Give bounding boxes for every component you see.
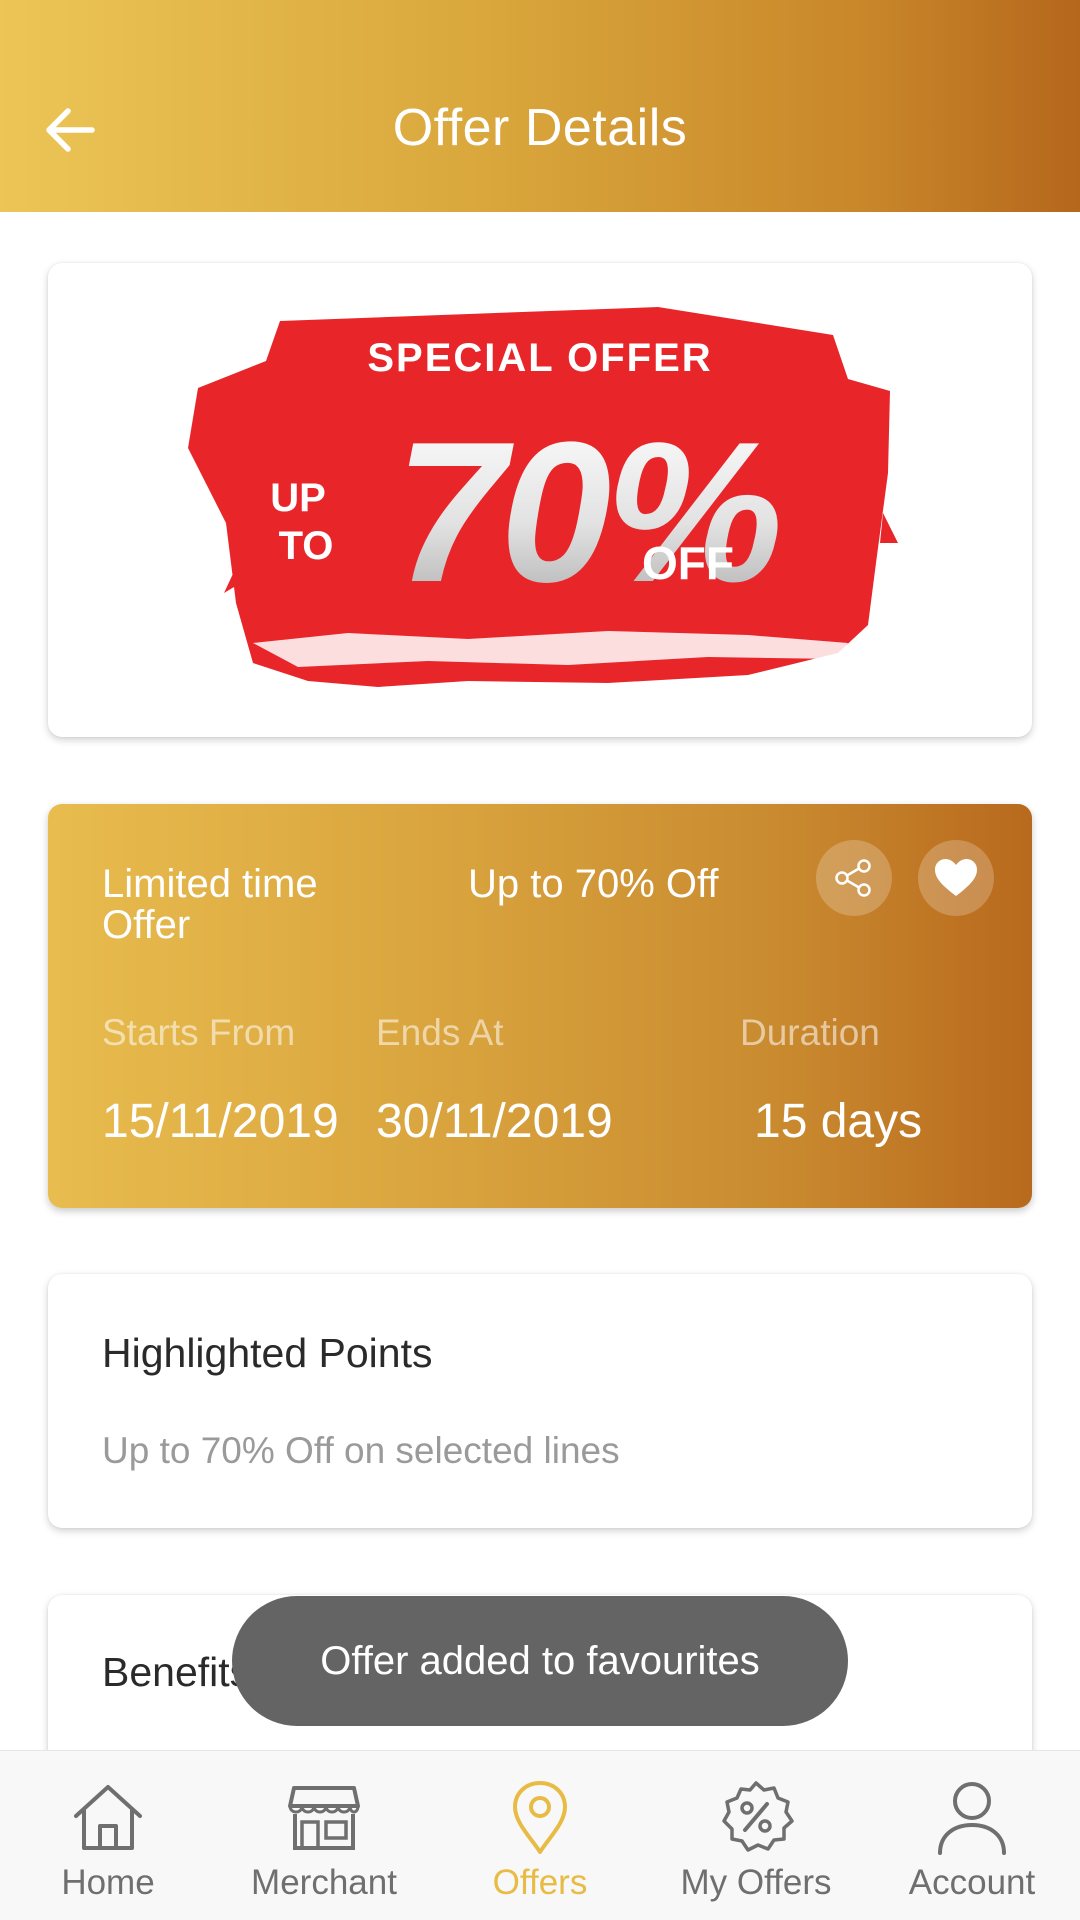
person-icon <box>938 1782 1006 1855</box>
offer-details-screen: Offer Details SPECIAL OFFER UP TO 70% OF… <box>0 0 1080 1920</box>
banner-big-percent: 70% <box>395 401 778 624</box>
toast-message: Offer added to favourites <box>232 1596 848 1726</box>
banner-up-text: UP <box>270 476 326 520</box>
banner-off-text: OFF <box>642 537 734 589</box>
offer-image-card: SPECIAL OFFER UP TO 70% OFF <box>48 263 1032 737</box>
heart-icon <box>935 859 977 896</box>
nav-home-label: Home <box>61 1863 155 1902</box>
highlighted-points-title: Highlighted Points <box>102 1330 433 1376</box>
location-pin-icon <box>513 1781 567 1854</box>
app-header: Offer Details <box>0 0 1080 212</box>
duration-label: Duration <box>740 1012 880 1053</box>
nav-my-offers-label: My Offers <box>680 1863 832 1902</box>
favorite-button[interactable] <box>918 840 994 916</box>
ends-at-label: Ends At <box>376 1012 504 1053</box>
highlighted-points-text: Up to 70% Off on selected lines <box>102 1430 620 1471</box>
banner-to-text: TO <box>279 524 334 568</box>
percent-badge-icon <box>722 1781 794 1852</box>
nav-home[interactable]: Home <box>0 1751 216 1920</box>
duration-value: 15 days <box>754 1095 923 1148</box>
highlighted-points-card: Highlighted Points Up to 70% Off on sele… <box>48 1274 1032 1528</box>
special-offer-banner: SPECIAL OFFER UP TO 70% OFF <box>188 307 898 687</box>
nav-offers[interactable]: Offers <box>432 1751 648 1920</box>
ends-at-value: 30/11/2019 <box>376 1095 613 1148</box>
offer-type-label: Limited time Offer <box>102 862 318 947</box>
share-button[interactable] <box>816 840 892 916</box>
starts-from-value: 15/11/2019 <box>102 1095 339 1148</box>
nav-merchant[interactable]: Merchant <box>216 1751 432 1920</box>
offer-headline: Up to 70% Off <box>468 862 719 906</box>
nav-merchant-label: Merchant <box>251 1863 397 1902</box>
store-icon <box>288 1786 360 1850</box>
benefits-title: Benefits <box>102 1649 251 1695</box>
offer-summary-card: Limited time Offer Up to 70% Off Starts … <box>48 804 1032 1208</box>
bottom-navigation: Home Merchant Offers My Offers Account <box>0 1750 1080 1920</box>
banner-top-text: SPECIAL OFFER <box>367 336 712 380</box>
page-title: Offer Details <box>392 99 688 157</box>
nav-offers-label: Offers <box>492 1863 588 1902</box>
share-icon <box>835 859 871 897</box>
nav-my-offers[interactable]: My Offers <box>648 1751 864 1920</box>
nav-account-label: Account <box>908 1863 1036 1902</box>
home-icon <box>74 1785 142 1850</box>
nav-account[interactable]: Account <box>864 1751 1080 1920</box>
starts-from-label: Starts From <box>102 1012 296 1053</box>
